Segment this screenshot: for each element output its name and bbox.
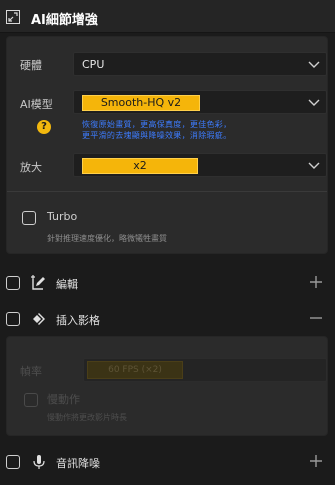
scale-value: x2 (82, 158, 198, 174)
page-title: AI細節增強 (31, 13, 98, 28)
hardware-value: CPU (82, 58, 105, 71)
chevron-down-icon (308, 162, 320, 169)
insert-frames-label: 插入影格 (56, 314, 100, 327)
model-value: Smooth-HQ v2 (82, 95, 200, 111)
frame-rate-value: 60 FPS (×2) (87, 361, 183, 379)
section-edit[interactable]: 編輯 (0, 268, 335, 298)
frame-rate-label: 幀率 (20, 365, 42, 378)
slow-motion-label: 慢動作 (47, 393, 80, 406)
scale-select[interactable]: x2 (73, 153, 327, 177)
turbo-checkbox[interactable] (22, 211, 36, 225)
model-description-line2: 更平滑的去塊顯與降噪效果，消除瑕疵。 (82, 131, 232, 140)
insert-frames-checkbox[interactable] (6, 312, 20, 326)
hardware-select[interactable]: CPU (73, 52, 327, 76)
scale-label: 放大 (20, 161, 42, 174)
model-description-line1: 恢復原始畫質，更高保真度，更佳色彩， (82, 120, 232, 129)
minus-icon[interactable] (309, 311, 323, 325)
help-icon[interactable]: ? (37, 120, 51, 134)
audio-denoise-checkbox[interactable] (6, 455, 20, 469)
hardware-label: 硬體 (20, 59, 42, 72)
plus-icon[interactable] (309, 275, 323, 289)
insert-frames-panel: 幀率 60 FPS (×2) 慢動作 慢動作將更改影片時長 (6, 336, 328, 436)
audio-denoise-label: 音訊降噪 (56, 457, 100, 470)
expand-icon (6, 10, 20, 24)
edit-checkbox[interactable] (6, 276, 20, 290)
edit-label: 編輯 (56, 278, 78, 291)
slow-motion-checkbox[interactable] (24, 393, 38, 407)
chevron-down-icon (308, 99, 320, 106)
microphone-icon (33, 455, 45, 469)
panel-header: AI細節增強 (0, 0, 335, 33)
model-select[interactable]: Smooth-HQ v2 (73, 90, 327, 114)
section-insert-frames[interactable]: 插入影格 (0, 304, 335, 334)
divider (7, 191, 327, 192)
section-audio-denoise[interactable]: 音訊降噪 (0, 447, 335, 477)
slow-motion-description: 慢動作將更改影片時長 (47, 413, 127, 422)
chevron-down-icon (308, 61, 320, 68)
edit-icon (31, 275, 45, 290)
plus-icon[interactable] (309, 454, 323, 468)
turbo-label: Turbo (47, 210, 78, 223)
insert-frames-icon (33, 312, 45, 326)
frame-rate-select[interactable]: 60 FPS (×2) (83, 358, 327, 382)
model-label: AI模型 (20, 98, 53, 111)
ai-enhance-panel: 硬體 CPU AI模型 Smooth-HQ v2 ? 恢復原始畫質，更高保真度，… (6, 36, 328, 254)
turbo-description: 針對推理速度優化，略微犧牲畫質 (47, 234, 167, 243)
